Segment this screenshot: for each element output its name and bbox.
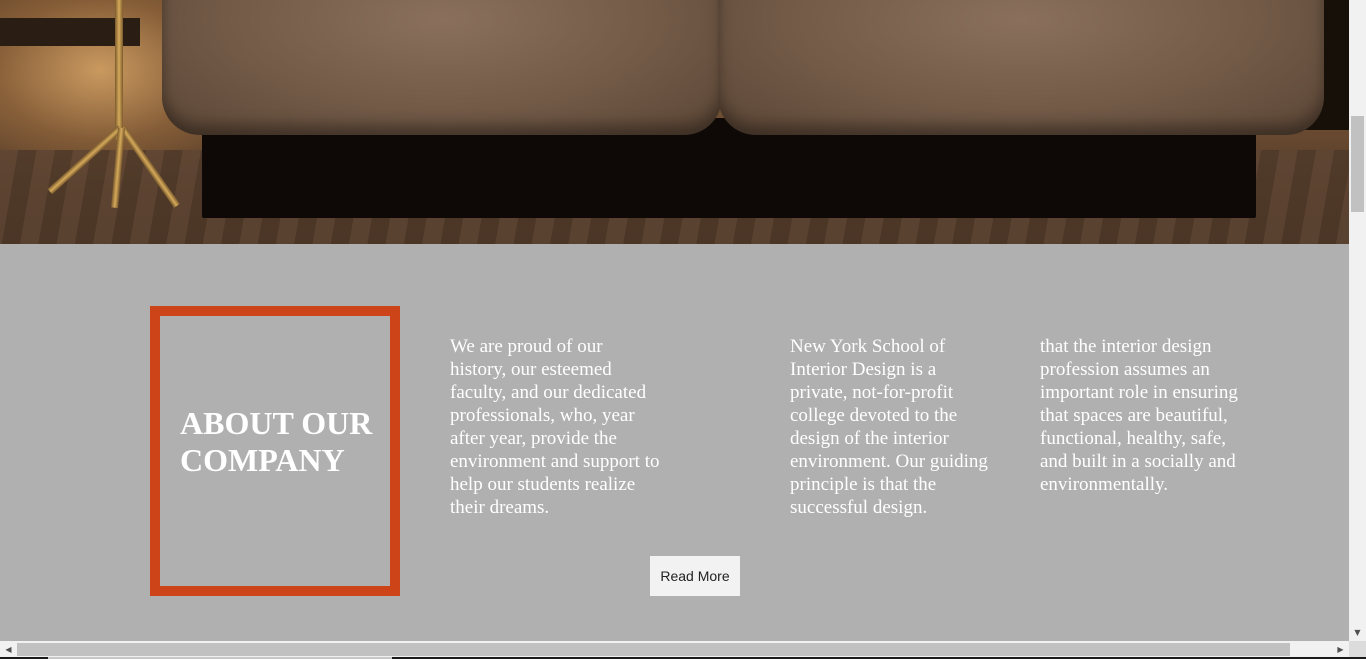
hero-lamp-stem — [115, 0, 123, 140]
scroll-down-arrow-icon[interactable]: ▼ — [1349, 624, 1366, 641]
scroll-left-arrow-icon[interactable]: ◀ — [0, 641, 17, 658]
vertical-scrollbar[interactable]: ▼ — [1349, 0, 1366, 641]
horizontal-scrollbar[interactable]: ◀ ▶ — [0, 641, 1349, 658]
about-title: ABOUT OUR COMPANY — [180, 405, 373, 478]
vertical-scrollbar-thumb[interactable] — [1351, 116, 1364, 212]
hero-sofa-cushion-left — [162, 0, 722, 135]
scroll-right-arrow-icon[interactable]: ▶ — [1332, 641, 1349, 658]
hero-image — [0, 0, 1349, 244]
about-column-profession: that the interior design profession assu… — [1040, 336, 1238, 495]
about-column-school: New York School of Interior Design is a … — [790, 336, 988, 518]
horizontal-scrollbar-thumb[interactable] — [17, 643, 1290, 656]
read-more-button[interactable]: Read More — [650, 556, 740, 596]
about-column-history: We are proud of our history, our esteeme… — [450, 336, 660, 518]
hero-sofa-cushion-right — [718, 0, 1324, 135]
page-viewport: ABOUT OUR COMPANY We are proud of our hi… — [0, 0, 1349, 641]
